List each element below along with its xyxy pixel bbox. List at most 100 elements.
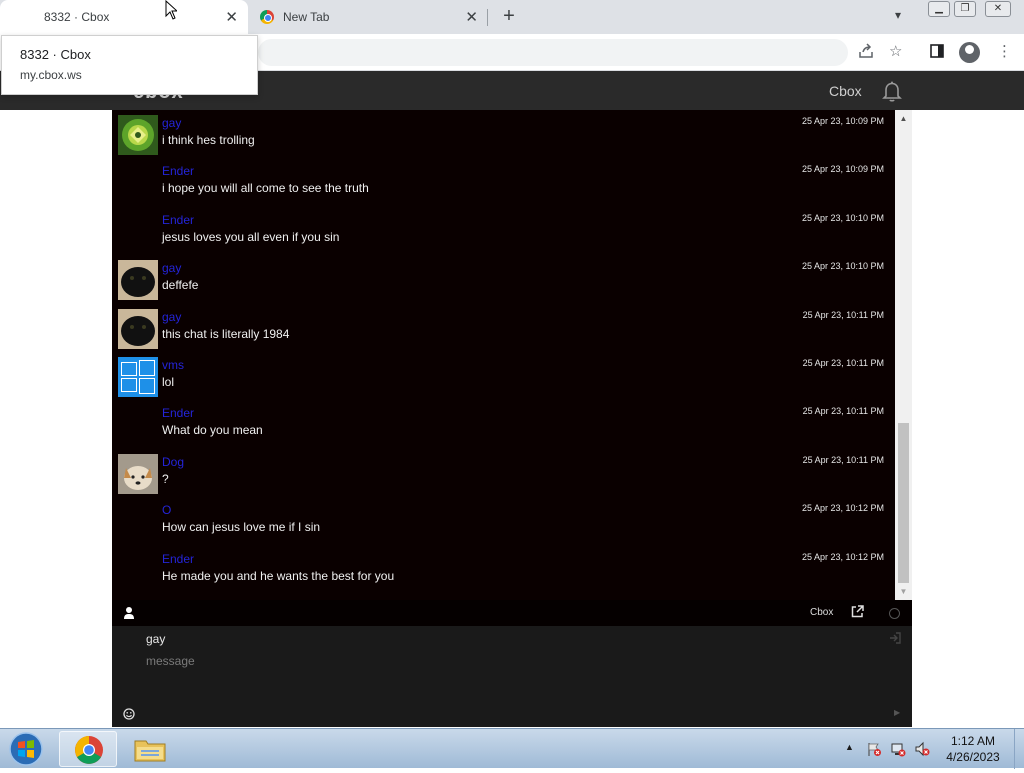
close-window-button[interactable]: ✕ (985, 1, 1011, 17)
user-icon[interactable] (123, 606, 135, 620)
taskbar-explorer-button[interactable] (121, 731, 179, 767)
message-author[interactable]: gay (162, 310, 181, 324)
show-desktop-button[interactable] (1014, 729, 1024, 769)
message-text: lol (162, 375, 175, 389)
message-text: ? (162, 472, 169, 486)
message-timestamp: 25 Apr 23, 10:12 PM (801, 503, 884, 513)
tab-cbox[interactable]: 8332 · Cbox ✕ (0, 0, 248, 34)
message-input[interactable] (146, 652, 846, 670)
avatar[interactable] (118, 454, 158, 494)
message-row: Ender jesus loves you all even if you si… (112, 207, 895, 255)
tab-new-tab[interactable]: New Tab ✕ (250, 0, 488, 34)
message-author[interactable]: Ender (162, 552, 194, 566)
message-row: O How can jesus love me if I sin 25 Apr … (112, 497, 895, 545)
tab-title: 8332 · Cbox (44, 10, 110, 24)
message-author[interactable]: Ender (162, 213, 194, 227)
compose-area: ▶ (112, 626, 912, 727)
message-author[interactable]: vms (162, 358, 184, 372)
system-clock[interactable]: 1:12 AM 4/26/2023 (940, 733, 1006, 765)
message-timestamp: 25 Apr 23, 10:12 PM (801, 552, 884, 562)
message-timestamp: 25 Apr 23, 10:11 PM (802, 406, 884, 416)
message-row: Ender i hope you will all come to see th… (112, 158, 895, 206)
hover-card-title: 8332 · Cbox (20, 47, 91, 62)
show-hidden-icons-arrow-icon[interactable]: ▲ (845, 742, 854, 752)
message-list[interactable]: gay i think hes trolling 25 Apr 23, 10:0… (112, 110, 895, 600)
message-timestamp: 25 Apr 23, 10:11 PM (802, 358, 884, 368)
message-author[interactable]: Ender (162, 164, 194, 178)
message-text: deffefe (162, 278, 199, 292)
header-cbox-link[interactable]: Cbox (829, 83, 862, 99)
avatar[interactable] (118, 260, 158, 300)
tab-separator (487, 9, 488, 26)
message-text: i think hes trolling (162, 133, 255, 147)
message-timestamp: 25 Apr 23, 10:11 PM (802, 310, 884, 320)
share-icon[interactable] (858, 43, 874, 64)
message-row: gay deffefe 25 Apr 23, 10:10 PM (112, 255, 895, 303)
message-timestamp: 25 Apr 23, 10:10 PM (801, 261, 884, 271)
message-text: i hope you will all come to see the trut… (162, 181, 369, 195)
message-timestamp: 25 Apr 23, 10:11 PM (802, 455, 884, 465)
external-link-icon[interactable] (851, 605, 864, 618)
name-input[interactable] (146, 630, 846, 648)
scrollbar-thumb[interactable] (898, 423, 909, 583)
message-text: He made you and he wants the best for yo… (162, 569, 395, 583)
close-icon[interactable]: ✕ (465, 8, 478, 26)
bookmark-star-icon[interactable]: ☆ (889, 43, 902, 61)
message-row: gay i think hes trolling 25 Apr 23, 10:0… (112, 110, 895, 158)
message-text: How can jesus love me if I sin (162, 520, 321, 534)
restore-button[interactable]: ❐ (954, 1, 976, 17)
chatbar-cbox-link[interactable]: Cbox (810, 607, 833, 618)
message-timestamp: 25 Apr 23, 10:10 PM (801, 213, 884, 223)
taskbar-chrome-button[interactable] (59, 731, 117, 767)
message-row: gay this chat is literally 1984 25 Apr 2… (112, 304, 895, 352)
clock-date: 4/26/2023 (946, 750, 1000, 764)
send-arrow-icon[interactable]: ▶ (894, 708, 900, 717)
minimize-button[interactable]: ▁ (928, 1, 950, 17)
message-row: Ender What do you mean 25 Apr 23, 10:11 … (112, 400, 895, 448)
message-scrollbar[interactable]: ▲ ▼ (895, 110, 912, 600)
emoji-icon[interactable] (123, 707, 135, 720)
message-author[interactable]: gay (162, 261, 181, 275)
message-text: jesus loves you all even if you sin (162, 230, 340, 244)
chat-toolbar: Cbox (112, 600, 912, 626)
side-panel-icon[interactable] (929, 43, 945, 64)
avatar[interactable] (118, 357, 158, 397)
network-icon[interactable] (890, 741, 906, 757)
tab-hover-card: 8332 · Cbox my.cbox.ws (1, 35, 258, 95)
message-author[interactable]: Dog (162, 455, 184, 469)
volume-muted-icon[interactable] (914, 741, 930, 757)
message-author[interactable]: gay (162, 116, 181, 130)
connection-status-icon[interactable] (889, 608, 900, 619)
action-center-flag-icon[interactable] (866, 741, 882, 757)
message-row: Dog ? 25 Apr 23, 10:11 PM (112, 449, 895, 497)
message-author[interactable]: Ender (162, 406, 194, 420)
message-timestamp: 25 Apr 23, 10:09 PM (801, 164, 884, 174)
hover-card-url: my.cbox.ws (20, 68, 82, 82)
profile-avatar-icon[interactable] (959, 42, 980, 63)
close-icon[interactable]: ✕ (225, 8, 238, 26)
more-menu-icon[interactable]: ⋮ (997, 43, 1012, 61)
address-bar[interactable] (258, 39, 848, 66)
sign-in-icon[interactable] (889, 631, 901, 644)
tab-search-chevron-icon[interactable]: ▾ (895, 8, 901, 22)
message-timestamp: 25 Apr 23, 10:09 PM (801, 116, 884, 126)
clock-time: 1:12 AM (950, 734, 996, 748)
chat-box: gay i think hes trolling 25 Apr 23, 10:0… (112, 110, 912, 727)
start-button[interactable] (6, 731, 46, 767)
message-text: this chat is literally 1984 (162, 327, 290, 341)
chrome-icon (260, 10, 274, 24)
avatar[interactable] (118, 309, 158, 349)
windows-taskbar: ▲ 1:12 AM 4/26/2023 (0, 728, 1024, 769)
tab-strip: 8332 · Cbox ✕ New Tab ✕ + ▾ ▁ ❐ ✕ (0, 0, 1024, 34)
message-author[interactable]: O (162, 503, 171, 517)
avatar[interactable] (118, 115, 158, 155)
scroll-up-arrow-icon[interactable]: ▲ (895, 110, 912, 127)
bell-icon[interactable] (880, 79, 904, 103)
scroll-down-arrow-icon[interactable]: ▼ (895, 583, 912, 600)
message-row: vms lol 25 Apr 23, 10:11 PM (112, 352, 895, 400)
mouse-cursor-icon (165, 0, 179, 25)
message-row: Ender He made you and he wants the best … (112, 546, 895, 594)
message-text: What do you mean (162, 423, 263, 437)
tab-title: New Tab (283, 10, 330, 24)
new-tab-button[interactable]: + (498, 5, 520, 27)
